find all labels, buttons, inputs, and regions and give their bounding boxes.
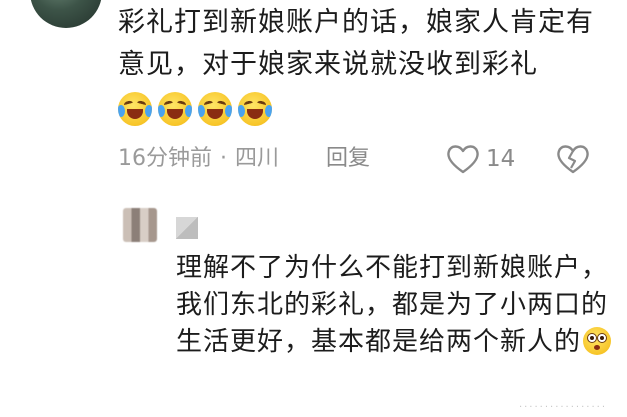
comment-meta: 16分钟前 · 四川 bbox=[118, 142, 279, 176]
laugh-cry-emoji-icon bbox=[118, 92, 152, 126]
like-button[interactable]: 14 bbox=[446, 142, 515, 176]
reply-text: 理解不了为什么不能打到新娘账户，我们东北的彩礼，都是为了小两口的生活更好，基本都… bbox=[176, 253, 609, 357]
flushed-face-emoji-icon bbox=[583, 327, 612, 355]
broken-heart-icon bbox=[557, 145, 589, 174]
laugh-cry-emoji-icon bbox=[198, 92, 232, 126]
reply-username-blurred bbox=[176, 217, 198, 239]
emoji-row bbox=[118, 92, 272, 126]
comment-time: 16分钟前 bbox=[118, 146, 212, 171]
reply-text-block: 理解不了为什么不能打到新娘账户，我们东北的彩礼，都是为了小两口的生活更好，基本都… bbox=[176, 250, 616, 361]
dislike-button[interactable] bbox=[556, 144, 590, 178]
commenter-avatar[interactable] bbox=[30, 0, 102, 28]
watermark: ················· bbox=[518, 402, 607, 413]
reply-button[interactable]: 回复 bbox=[326, 142, 370, 176]
meta-separator: · bbox=[220, 146, 227, 171]
heart-icon bbox=[447, 145, 479, 174]
comment-text: 彩礼打到新娘账户的话，娘家人肯定有意见，对于娘家来说就没收到彩礼 bbox=[118, 7, 594, 80]
reply-avatar[interactable] bbox=[123, 208, 157, 242]
laugh-cry-emoji-icon bbox=[238, 92, 272, 126]
laugh-cry-emoji-icon bbox=[158, 92, 192, 126]
like-count: 14 bbox=[486, 146, 516, 172]
comment-location: 四川 bbox=[235, 146, 280, 171]
